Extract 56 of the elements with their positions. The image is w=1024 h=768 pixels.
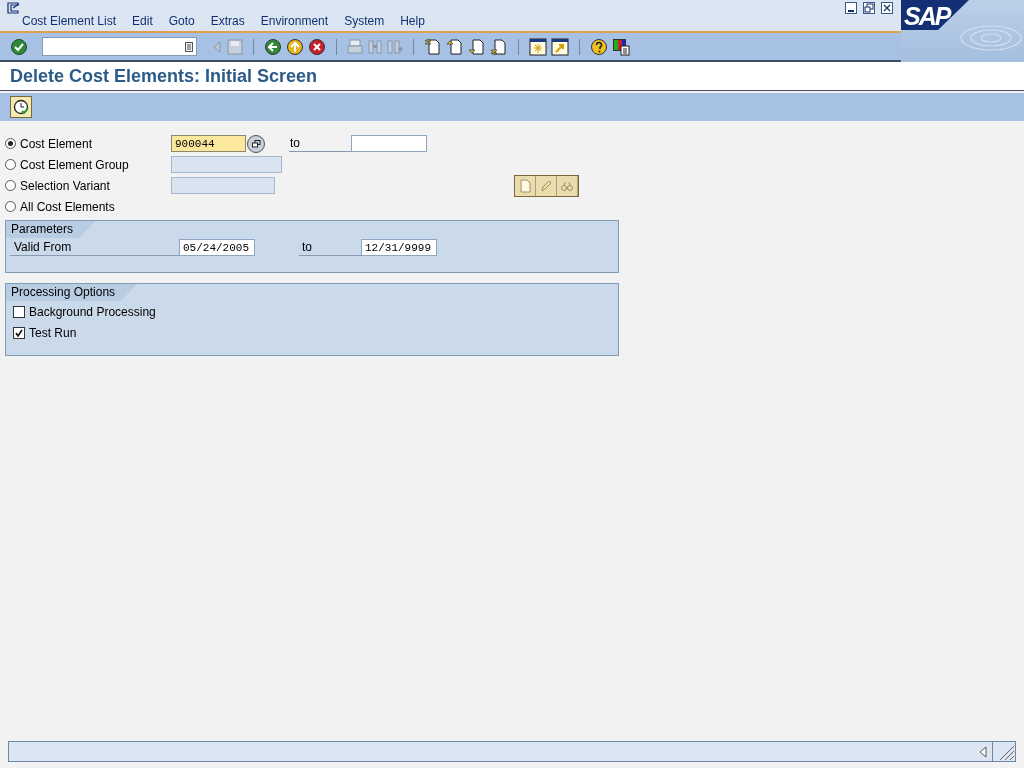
previous-page-icon[interactable]	[446, 37, 464, 56]
field-label: Valid From	[14, 240, 72, 254]
screen-title: Delete Cost Elements: Initial Screen	[10, 66, 318, 87]
copy-icon	[251, 139, 261, 148]
input-field[interactable]	[351, 135, 427, 152]
checkmark-icon	[15, 328, 23, 337]
list-icon	[185, 41, 193, 52]
cancel-icon[interactable]	[308, 37, 326, 56]
new-button[interactable]	[515, 175, 536, 196]
next-page-icon[interactable]	[468, 37, 486, 56]
help-icon[interactable]	[590, 37, 608, 56]
execute-button[interactable]	[10, 96, 32, 118]
command-field[interactable]	[42, 37, 197, 56]
minimize-icon[interactable]	[845, 2, 857, 14]
checkbox[interactable]	[13, 305, 25, 318]
menu-item[interactable]: Help	[392, 14, 433, 28]
expand-triangle-icon[interactable]	[978, 745, 988, 758]
to-label: to	[302, 240, 312, 254]
menu-item[interactable]: Cost Element List	[14, 14, 125, 28]
menu-item[interactable]: Goto	[160, 14, 203, 28]
option-label: Cost Element Group	[20, 157, 130, 172]
check-icon[interactable]	[10, 37, 28, 56]
last-page-icon[interactable]	[490, 37, 508, 56]
input-field[interactable]: 900044	[171, 135, 246, 152]
edit-button[interactable]	[536, 175, 557, 196]
menu-item[interactable]: Edit	[124, 14, 161, 28]
edit-icon	[539, 178, 553, 193]
close-icon[interactable]	[881, 2, 893, 14]
menu-item[interactable]: System	[336, 14, 393, 28]
resize-grip-icon[interactable]	[999, 745, 1015, 761]
to-label: to	[290, 136, 300, 150]
menu-item[interactable]: Extras	[202, 14, 253, 28]
group-title: Parameters	[6, 221, 96, 238]
date-field[interactable]: 05/24/2005	[179, 239, 255, 256]
first-page-icon[interactable]	[424, 37, 442, 56]
checkbox[interactable]	[13, 326, 25, 339]
radio-button[interactable]	[5, 138, 16, 149]
shortcut-icon[interactable]	[551, 37, 569, 56]
new-window-icon[interactable]	[529, 37, 547, 56]
date-field[interactable]: 12/31/9999	[361, 239, 437, 256]
new-icon	[518, 178, 532, 193]
restore-icon[interactable]	[863, 2, 875, 14]
checkbox-label: Background Processing	[29, 304, 156, 319]
option-label: Selection Variant	[20, 178, 111, 193]
option-label: Cost Element	[20, 136, 94, 151]
layout-icon[interactable]	[612, 37, 630, 56]
option-label: All Cost Elements	[20, 199, 116, 214]
multiple-selection-button[interactable]	[247, 134, 265, 153]
logo-text: SAP	[904, 2, 950, 31]
clock-check-icon	[13, 99, 29, 115]
checkbox-label: Test Run	[29, 325, 77, 340]
radio-button[interactable]	[5, 201, 16, 212]
display-button[interactable]	[557, 175, 578, 196]
system-menu-icon[interactable]	[7, 2, 21, 14]
group-title: Processing Options	[6, 284, 138, 301]
menu-item[interactable]: Environment	[252, 14, 337, 28]
